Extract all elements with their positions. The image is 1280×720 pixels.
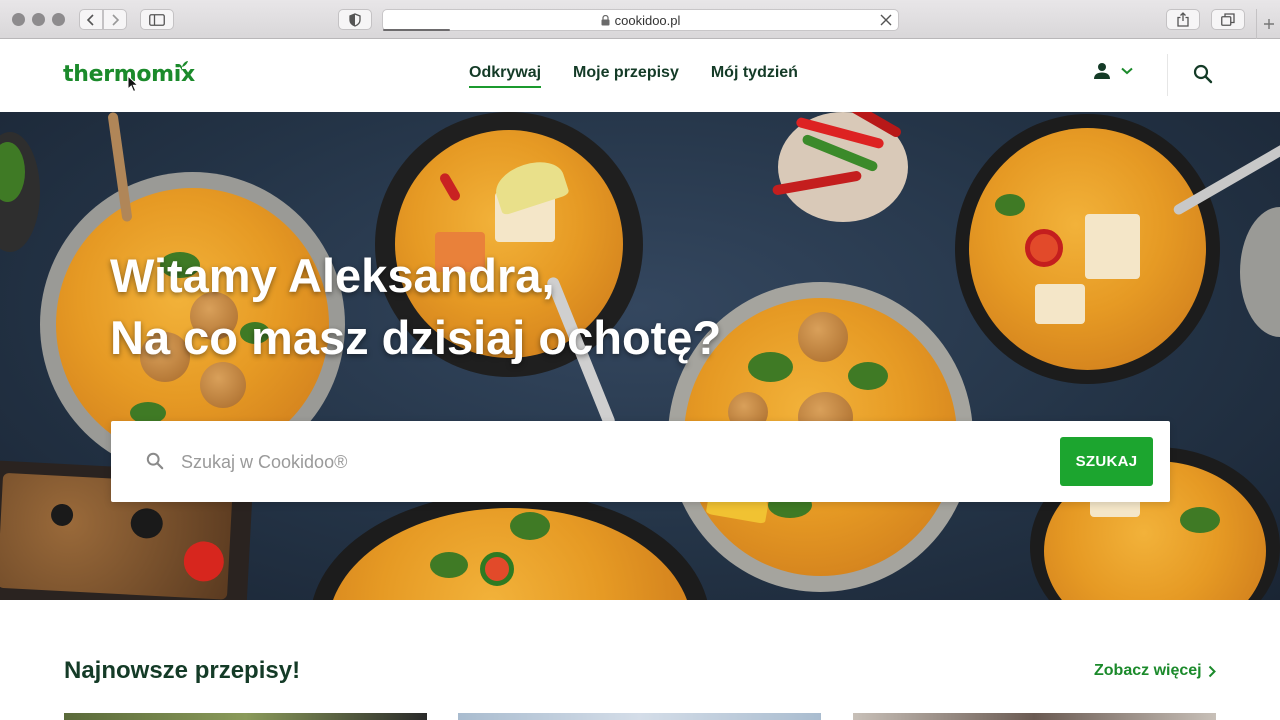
see-more-label: Zobacz więcej: [1094, 662, 1202, 679]
close-icon[interactable]: [880, 14, 892, 26]
recipe-card[interactable]: [853, 713, 1216, 720]
user-icon: [1094, 63, 1110, 79]
url-text: cookidoo.pl: [614, 12, 681, 28]
site-header: thermomix Odkrywaj Moje przepisy Mój tyd…: [0, 40, 1280, 112]
greeting-text: Witamy Aleksandra,: [110, 249, 555, 302]
zoom-window-button[interactable]: [52, 13, 65, 26]
lock-icon: [601, 14, 610, 25]
search-button[interactable]: SZUKAJ: [1060, 437, 1153, 486]
address-bar[interactable]: cookidoo.pl: [382, 9, 899, 31]
browser-toolbar: cookidoo.pl: [0, 0, 1280, 39]
chevron-right-icon: [1208, 665, 1216, 677]
sidebar-icon: [149, 13, 165, 26]
chevron-down-icon: [1121, 67, 1133, 75]
shield-icon: [349, 12, 361, 27]
recipe-search-box: SZUKAJ: [111, 421, 1170, 502]
see-more-link[interactable]: Zobacz więcej: [1094, 662, 1216, 680]
recipe-card[interactable]: [64, 713, 427, 720]
sidebar-button[interactable]: [140, 9, 174, 30]
plus-icon: [1263, 19, 1274, 29]
header-divider: [1167, 54, 1168, 96]
latest-recipes-heading: Najnowsze przepisy!: [64, 657, 301, 684]
mouse-cursor-icon: [127, 75, 139, 93]
share-icon: [1177, 12, 1189, 27]
page-load-progress: [383, 29, 450, 31]
forward-button[interactable]: [103, 9, 127, 30]
hero-heading: Witamy Aleksandra, Na co masz dzisiaj oc…: [110, 245, 721, 369]
leaf-icon: [176, 61, 188, 71]
search-icon[interactable]: [1193, 64, 1213, 84]
search-icon: [146, 452, 164, 470]
bowl-image: [310, 492, 710, 600]
nav-odkrywaj[interactable]: Odkrywaj: [469, 64, 542, 88]
back-icon: [86, 13, 94, 26]
main-navigation: Odkrywaj Moje przepisy Mój tydzień: [469, 64, 798, 88]
question-text: Na co masz dzisiaj ochotę?: [110, 311, 722, 364]
close-window-button[interactable]: [12, 13, 25, 26]
recipe-search-input[interactable]: [181, 445, 1041, 479]
account-menu[interactable]: [1093, 62, 1133, 80]
privacy-report-button[interactable]: [338, 9, 372, 30]
share-button[interactable]: [1166, 9, 1200, 30]
minimize-window-button[interactable]: [32, 13, 45, 26]
nav-moj-tydzien[interactable]: Mój tydzień: [711, 64, 798, 88]
new-tab-button[interactable]: [1256, 9, 1280, 39]
nav-moje-przepisy[interactable]: Moje przepisy: [573, 64, 679, 88]
bowl-image: [1240, 207, 1280, 337]
forward-icon: [112, 13, 120, 26]
hero-banner: Witamy Aleksandra, Na co masz dzisiaj oc…: [0, 112, 1280, 600]
recipe-card[interactable]: [458, 713, 821, 720]
show-tabs-button[interactable]: [1211, 9, 1245, 30]
tabs-icon: [1221, 13, 1235, 26]
back-button[interactable]: [79, 9, 103, 30]
bowl-image: [955, 114, 1220, 384]
